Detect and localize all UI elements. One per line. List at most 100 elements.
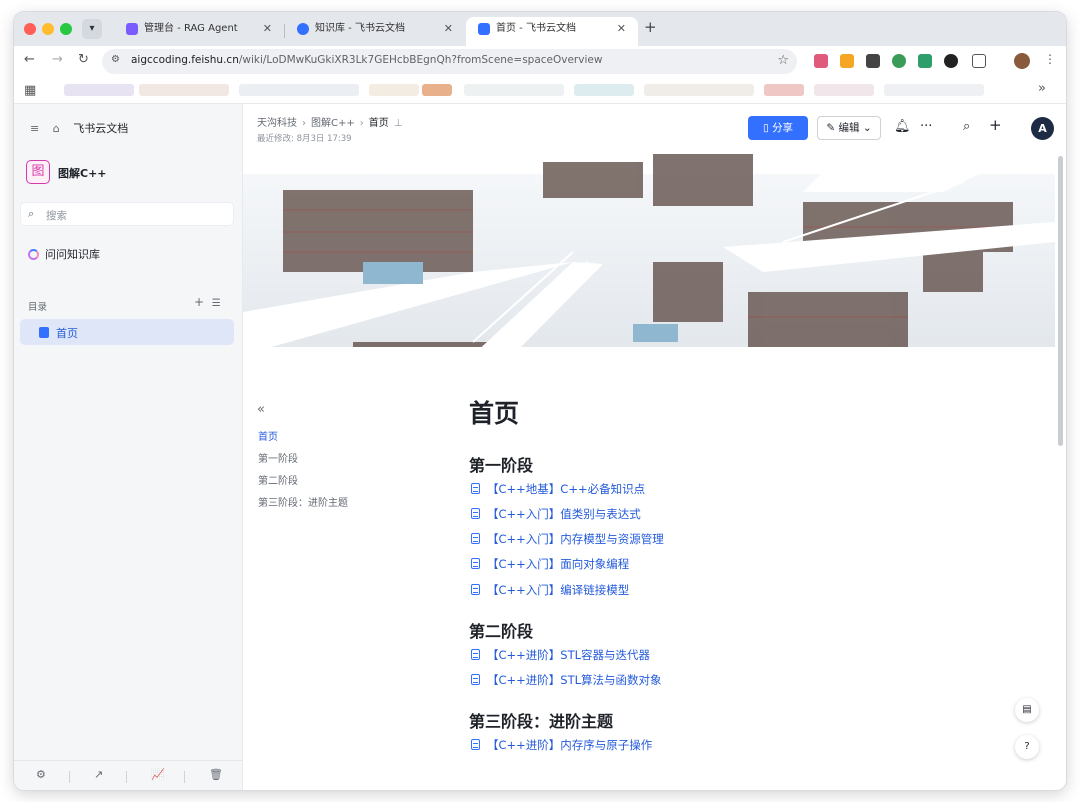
- tab-search-icon[interactable]: ▾: [82, 19, 102, 39]
- bookmark-item[interactable]: [574, 84, 634, 96]
- browser-toolbar: ← → ↻ ⚙ aigccoding.feishu.cn/wiki/LoDMwK…: [14, 46, 1066, 76]
- help-question-icon[interactable]: ?: [1015, 735, 1039, 759]
- settings-gear-icon[interactable]: ⚙: [36, 768, 46, 781]
- extension-icon[interactable]: [892, 54, 906, 68]
- outline-item[interactable]: 第二阶段: [258, 472, 298, 487]
- new-tab-button[interactable]: +: [644, 18, 657, 36]
- minimize-window-button[interactable]: [42, 23, 54, 35]
- tab-rag-agent[interactable]: 管理台 - RAG Agent ✕: [114, 17, 284, 46]
- sidebar-search-input[interactable]: ⌕ 搜索: [20, 202, 234, 226]
- chevron-right-icon: ›: [302, 118, 306, 129]
- bookmark-item[interactable]: [764, 84, 804, 96]
- bookmark-item[interactable]: [814, 84, 874, 96]
- extension-icon[interactable]: [814, 54, 828, 68]
- close-tab-icon[interactable]: ✕: [444, 17, 453, 41]
- space-name: 图解C++: [58, 167, 107, 180]
- close-tab-icon[interactable]: ✕: [263, 17, 272, 41]
- close-tab-icon[interactable]: ✕: [617, 17, 626, 41]
- more-options-icon[interactable]: ···: [920, 119, 932, 134]
- search-icon[interactable]: ⌕: [963, 119, 970, 134]
- bookmark-item[interactable]: [422, 84, 452, 96]
- back-arrow-icon[interactable]: ←: [24, 52, 35, 67]
- chevron-down-icon: ⌄: [859, 122, 872, 134]
- site-info-icon[interactable]: ⚙: [111, 54, 120, 65]
- collapse-outline-icon[interactable]: «: [257, 402, 265, 417]
- outline-item[interactable]: 首页: [258, 428, 278, 443]
- home-icon[interactable]: ⌂: [53, 122, 60, 135]
- document-icon: [471, 483, 480, 494]
- share-arrow-icon[interactable]: ↗: [94, 768, 103, 781]
- edit-mode-button[interactable]: ✎ 编辑 ⌄: [817, 116, 881, 140]
- collapse-sidebar-icon[interactable]: ≡: [30, 122, 39, 135]
- browser-menu-icon[interactable]: ⋮: [1044, 52, 1056, 66]
- doc-link[interactable]: 【C++入门】面向对象编程: [471, 556, 629, 572]
- breadcrumb-item[interactable]: 首页: [369, 118, 389, 129]
- document-title[interactable]: 首页: [469, 394, 519, 430]
- feishu-favicon-icon: [297, 23, 309, 35]
- doc-link-label: 【C++入门】编译链接模型: [487, 583, 630, 597]
- bookmark-item[interactable]: [464, 84, 564, 96]
- outline-item[interactable]: 第一阶段: [258, 450, 298, 465]
- outline-item[interactable]: 第三阶段：进阶主题: [258, 494, 348, 509]
- section-heading[interactable]: 第一阶段: [469, 452, 533, 476]
- profile-avatar[interactable]: [1014, 53, 1030, 69]
- doc-link[interactable]: 【C++进阶】STL算法与函数对象: [471, 672, 662, 688]
- ask-label: 问问知识库: [45, 248, 100, 261]
- notification-bell-icon[interactable]: 🔔︎: [894, 119, 911, 134]
- breadcrumb-item[interactable]: 天沟科技: [257, 118, 297, 129]
- extensions-puzzle-icon[interactable]: [972, 54, 986, 68]
- openai-extension-icon[interactable]: [944, 54, 958, 68]
- doc-link[interactable]: 【C++进阶】STL容器与迭代器: [471, 647, 650, 663]
- bookmark-star-icon[interactable]: ☆: [777, 53, 789, 68]
- breadcrumb-item[interactable]: 图解C++: [311, 118, 355, 129]
- trash-icon[interactable]: 🗑: [209, 768, 223, 781]
- add-page-icon[interactable]: +: [194, 295, 204, 309]
- bookmark-item[interactable]: [64, 84, 134, 96]
- section-heading[interactable]: 第三阶段：进阶主题: [469, 708, 613, 732]
- bookmark-item[interactable]: [644, 84, 754, 96]
- close-window-button[interactable]: [24, 23, 36, 35]
- section-heading[interactable]: 第二阶段: [469, 618, 533, 642]
- apps-grid-icon[interactable]: ▦: [24, 83, 36, 98]
- tab-home[interactable]: 首页 - 飞书云文档 ✕: [466, 17, 638, 46]
- doc-info-icon[interactable]: ▤: [1015, 698, 1039, 722]
- bookmark-item[interactable]: [884, 84, 984, 96]
- doc-link[interactable]: 【C++进阶】内存序与原子操作: [471, 737, 652, 753]
- document-icon: [471, 533, 480, 544]
- bookmark-item[interactable]: [239, 84, 359, 96]
- share-button-label: 分享: [772, 122, 794, 134]
- toc-item-home[interactable]: 首页: [20, 319, 234, 345]
- pin-icon[interactable]: ⊥: [394, 118, 403, 129]
- more-bookmarks-icon[interactable]: »: [1038, 81, 1046, 96]
- reload-icon[interactable]: ↻: [78, 52, 89, 67]
- doc-link[interactable]: 【C++地基】C++必备知识点: [471, 481, 645, 497]
- stats-chart-icon[interactable]: 📈: [151, 768, 165, 781]
- doc-link[interactable]: 【C++入门】内存模型与资源管理: [471, 531, 664, 547]
- toc-list-icon[interactable]: ☰: [212, 298, 221, 309]
- doc-link[interactable]: 【C++入门】编译链接模型: [471, 582, 629, 598]
- divider: [184, 771, 185, 783]
- extension-icon[interactable]: [866, 54, 880, 68]
- address-bar[interactable]: ⚙ aigccoding.feishu.cn/wiki/LoDMwKuGkiXR…: [102, 49, 797, 74]
- share-button[interactable]: ▯ 分享: [748, 116, 808, 140]
- forward-arrow-icon[interactable]: →: [52, 52, 63, 67]
- tab-title: 知识库 - 飞书云文档: [315, 23, 405, 34]
- add-icon[interactable]: +: [989, 116, 1002, 134]
- bookmark-item[interactable]: [369, 84, 419, 96]
- maximize-window-button[interactable]: [60, 23, 72, 35]
- toc-label: 目录: [28, 302, 48, 313]
- scrollbar[interactable]: [1058, 156, 1063, 446]
- toc-item-label: 首页: [56, 327, 78, 340]
- doc-link[interactable]: 【C++入门】值类别与表达式: [471, 506, 641, 522]
- bookmark-item[interactable]: [139, 84, 229, 96]
- search-placeholder: 搜索: [46, 210, 67, 222]
- product-name[interactable]: 飞书云文档: [73, 122, 128, 135]
- browser-window: ▾ 管理台 - RAG Agent ✕ 知识库 - 飞书云文档 ✕ 首页 - 飞…: [14, 12, 1066, 790]
- user-avatar[interactable]: A: [1031, 117, 1054, 140]
- wiki-sidebar: ≡ ⌂ 飞书云文档 图 图解C++ ⌕ 搜索 问问知识库 目录 + ☰ 首页 ⚙…: [14, 104, 243, 790]
- ask-knowledge-base-button[interactable]: 问问知识库: [28, 246, 100, 262]
- extension-icon[interactable]: [918, 54, 932, 68]
- tab-knowledge-base[interactable]: 知识库 - 飞书云文档 ✕: [285, 17, 465, 46]
- extension-icon[interactable]: [840, 54, 854, 68]
- url-text: aigccoding.feishu.cn/wiki/LoDMwKuGkiXR3L…: [131, 54, 603, 66]
